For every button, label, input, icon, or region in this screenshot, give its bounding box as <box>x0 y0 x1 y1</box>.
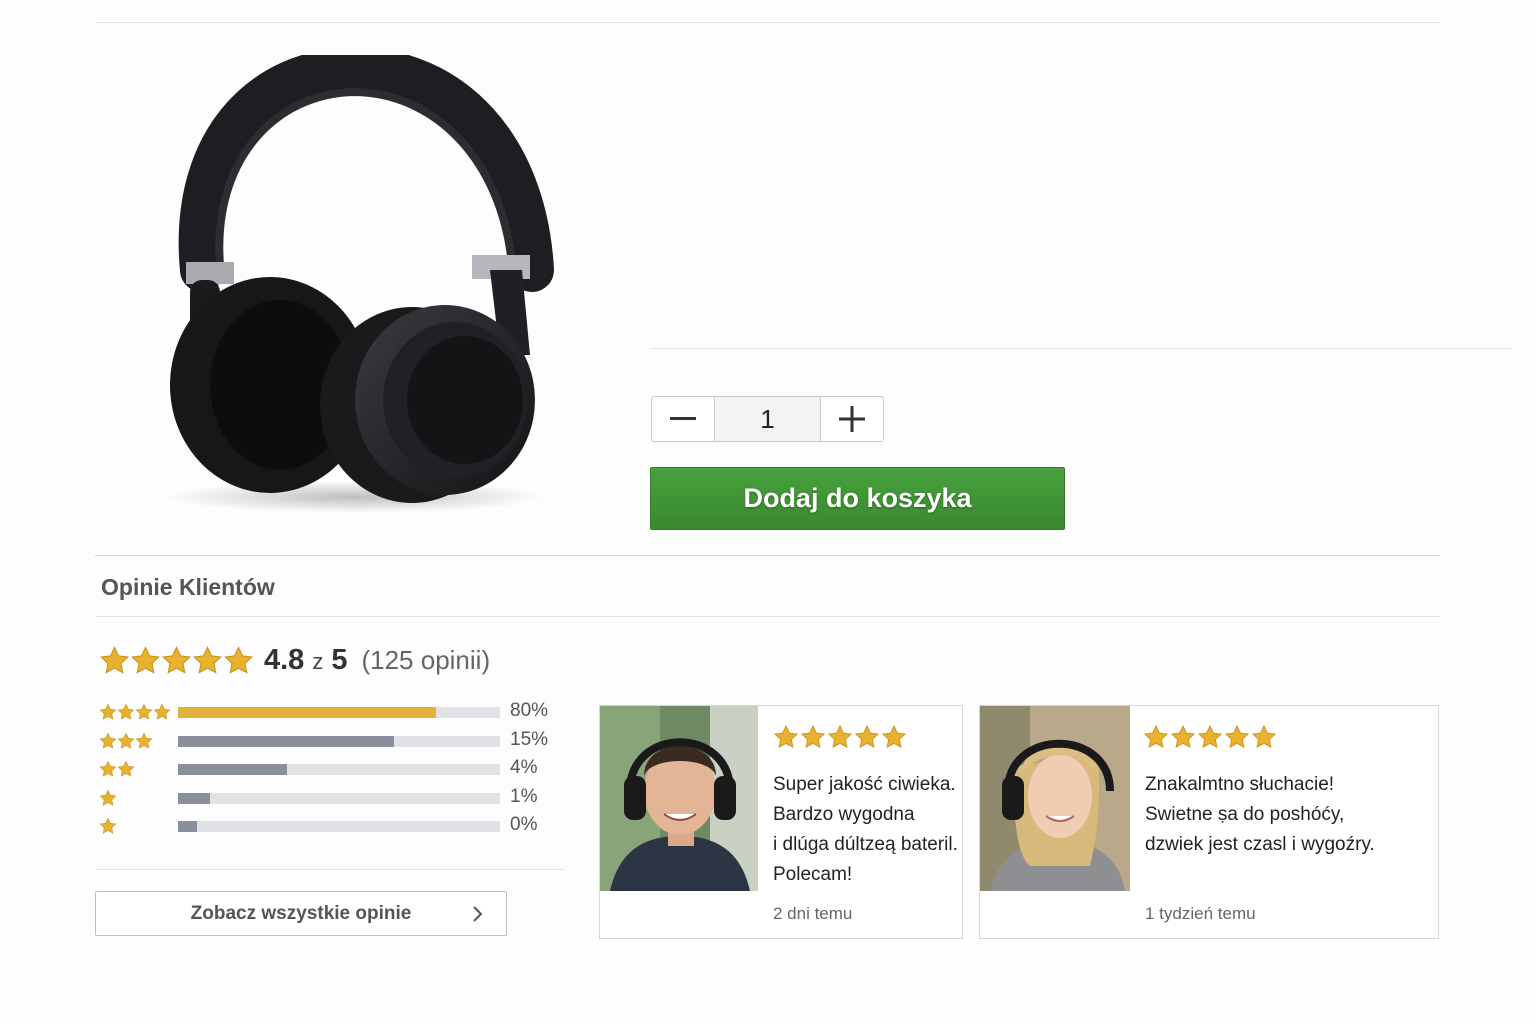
rating-distribution-row: 15% <box>99 729 559 750</box>
distribution-percent: 0% <box>510 814 538 835</box>
star-icon <box>99 760 117 777</box>
review-text: Znakalmtno słuchacie! Swietne ṣa do posh… <box>1145 774 1375 855</box>
review-count: (125 opinii) <box>361 644 491 675</box>
review-time: 1 tydzień temu <box>1145 904 1256 923</box>
rating-of-label: z <box>312 649 324 674</box>
top-divider <box>95 22 1440 23</box>
rating-distribution-row: 0% <box>99 814 559 835</box>
row-stars <box>99 817 117 835</box>
see-all-label: Zobacz wszystkie opinie <box>190 902 412 924</box>
row-stars <box>99 732 153 750</box>
star-icon <box>1251 724 1277 749</box>
review-card: Znakalmtno słuchacie! Swietne ṣa do posh… <box>979 705 1439 939</box>
star-icon <box>881 724 907 749</box>
star-icon <box>827 724 853 749</box>
distribution-divider <box>95 869 565 870</box>
decrement-button[interactable] <box>652 397 714 441</box>
star-icon <box>99 817 117 834</box>
review-card: Super jakość ciwieka. Bardzo wygodna i d… <box>599 705 963 939</box>
row-stars <box>99 789 117 807</box>
rating-stars <box>99 645 254 676</box>
product-info-divider <box>651 348 1513 349</box>
star-icon <box>135 732 153 749</box>
increment-button[interactable] <box>821 397 883 441</box>
distribution-bar <box>178 707 500 718</box>
distribution-bar-fill <box>178 764 288 775</box>
reviews-section-title: Opinie Klientów <box>101 574 275 600</box>
star-icon <box>117 703 135 720</box>
plus-icon <box>839 406 865 432</box>
add-to-cart-button[interactable]: Dodaj do koszyka <box>650 467 1065 530</box>
star-icon <box>854 724 880 749</box>
minus-icon <box>670 417 696 420</box>
star-icon <box>99 732 117 749</box>
distribution-percent: 15% <box>510 729 549 750</box>
distribution-percent: 1% <box>510 786 538 807</box>
distribution-bar-fill <box>178 736 394 747</box>
star-icon <box>224 645 253 674</box>
product-image <box>150 46 570 525</box>
distribution-bar <box>178 821 500 832</box>
star-icon <box>135 703 153 720</box>
reviewer-avatar <box>980 706 1130 891</box>
reviews-top-divider <box>95 555 1440 556</box>
see-all-reviews-button[interactable]: Zobacz wszystkie opinie <box>95 891 507 936</box>
star-icon <box>99 789 117 806</box>
star-icon <box>773 724 799 749</box>
star-icon <box>117 732 135 749</box>
distribution-bar-fill <box>178 821 198 832</box>
distribution-bar <box>178 793 500 804</box>
review-rating-stars <box>1143 724 1277 750</box>
review-text: Super jakość ciwieka. Bardzo wygodna i d… <box>773 774 958 885</box>
average-rating: 4.8 <box>264 643 305 676</box>
star-icon <box>131 645 160 674</box>
star-icon <box>1170 724 1196 749</box>
quantity-stepper[interactable]: 1 <box>651 396 884 442</box>
rating-summary: 4.8 z 5 (125 opinii) <box>99 640 490 680</box>
review-time: 2 dni temu <box>773 904 853 923</box>
star-icon <box>100 645 129 674</box>
star-icon <box>193 645 222 674</box>
quantity-value[interactable]: 1 <box>714 397 821 441</box>
row-stars <box>99 760 135 778</box>
rating-distribution-row: 80% <box>99 700 559 721</box>
star-icon <box>1224 724 1250 749</box>
chevron-right-icon <box>473 906 483 922</box>
distribution-bar-fill <box>178 793 211 804</box>
star-icon <box>1143 724 1169 749</box>
rating-max: 5 <box>331 643 348 676</box>
distribution-bar <box>178 764 500 775</box>
distribution-percent: 4% <box>510 757 538 778</box>
rating-distribution-row: 1% <box>99 786 559 807</box>
distribution-bar-fill <box>178 707 436 718</box>
star-icon <box>1197 724 1223 749</box>
star-icon <box>117 760 135 777</box>
reviews-title-divider <box>95 616 1440 617</box>
star-icon <box>162 645 191 674</box>
rating-distribution-row: 4% <box>99 757 559 778</box>
reviewer-avatar <box>600 706 758 891</box>
star-icon <box>800 724 826 749</box>
distribution-bar <box>178 736 500 747</box>
distribution-percent: 80% <box>510 700 549 721</box>
review-rating-stars <box>773 724 907 750</box>
row-stars <box>99 703 171 721</box>
star-icon <box>99 703 117 720</box>
star-icon <box>153 703 171 720</box>
